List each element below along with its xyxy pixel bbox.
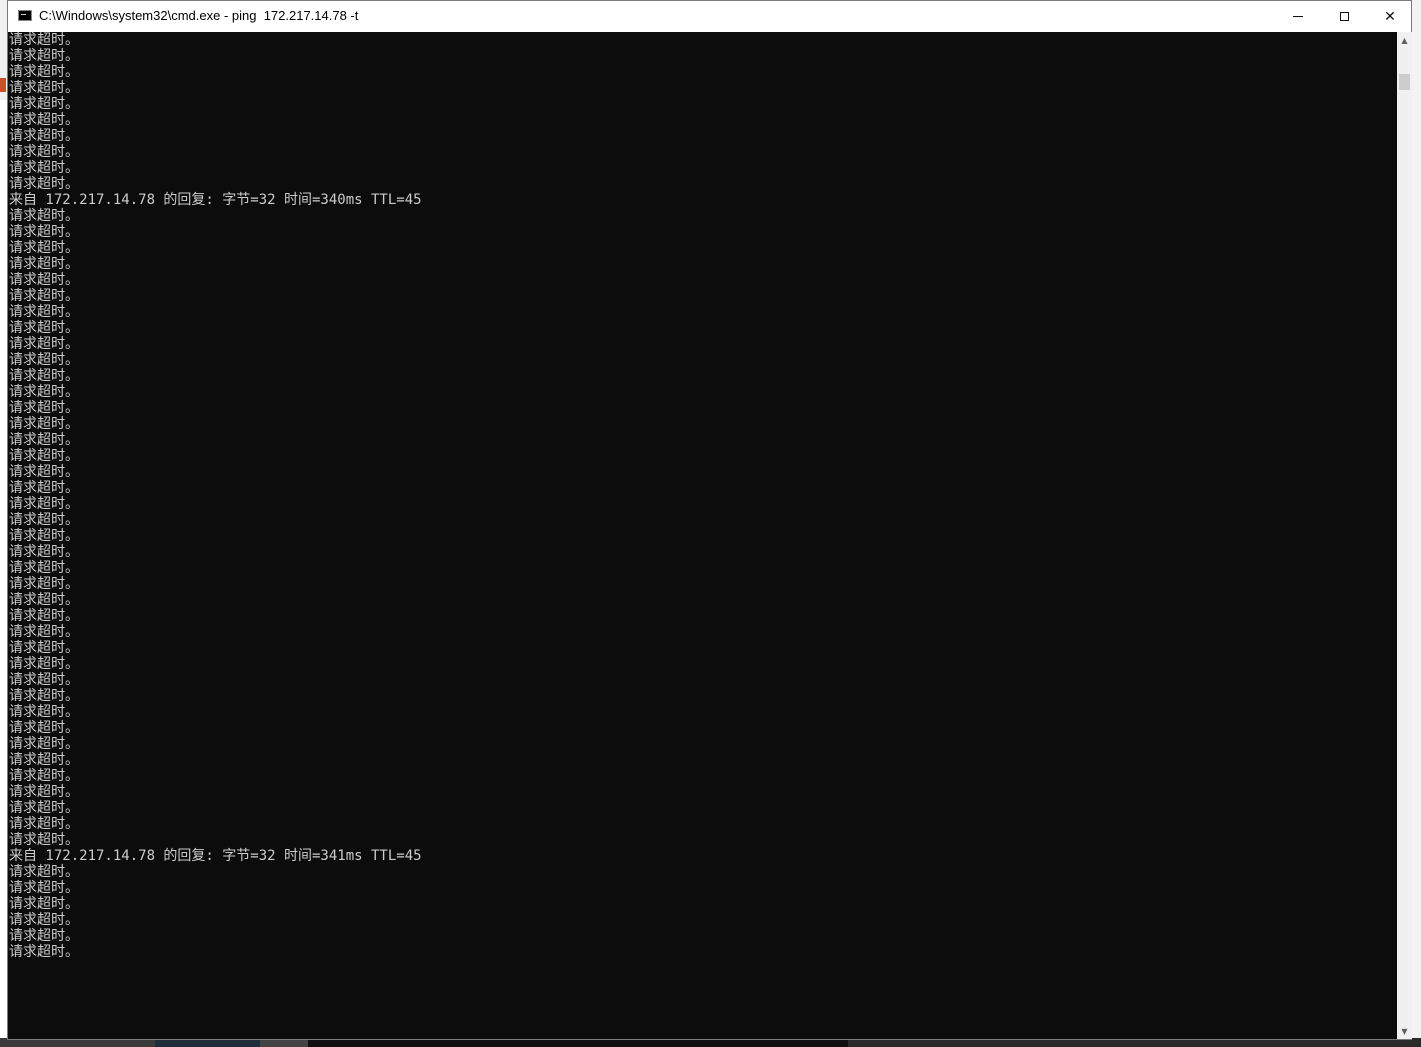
console-line: 请求超时。 bbox=[9, 928, 79, 944]
console-line: 请求超时。 bbox=[9, 32, 79, 48]
console-line: 请求超时。 bbox=[9, 512, 79, 528]
console-line: 请求超时。 bbox=[9, 112, 79, 128]
console-line: 请求超时。 bbox=[9, 64, 79, 80]
background-window-accent bbox=[0, 78, 6, 92]
console-line: 请求超时。 bbox=[9, 624, 79, 640]
console-line: 请求超时。 bbox=[9, 96, 79, 112]
console-line: 请求超时。 bbox=[9, 688, 79, 704]
console-line: 请求超时。 bbox=[9, 304, 79, 320]
console-line: 请求超时。 bbox=[9, 704, 79, 720]
console-line: 请求超时。 bbox=[9, 128, 79, 144]
console-line: 请求超时。 bbox=[9, 832, 79, 848]
close-icon: ✕ bbox=[1384, 8, 1396, 25]
console-line: 请求超时。 bbox=[9, 368, 79, 384]
console-line: 来自 172.217.14.78 的回复: 字节=32 时间=341ms TTL… bbox=[9, 848, 422, 864]
console-line: 请求超时。 bbox=[9, 784, 79, 800]
console-line: 请求超时。 bbox=[9, 880, 79, 896]
console-line: 请求超时。 bbox=[9, 560, 79, 576]
window-title: C:\Windows\system32\cmd.exe - ping 172.2… bbox=[39, 8, 359, 23]
console-line: 请求超时。 bbox=[9, 896, 79, 912]
console-line: 请求超时。 bbox=[9, 240, 79, 256]
close-button[interactable]: ✕ bbox=[1367, 1, 1413, 32]
console-line: 请求超时。 bbox=[9, 640, 79, 656]
console-line: 请求超时。 bbox=[9, 608, 79, 624]
console-line: 请求超时。 bbox=[9, 320, 79, 336]
maximize-button[interactable] bbox=[1321, 1, 1367, 32]
console-line: 请求超时。 bbox=[9, 656, 79, 672]
console-line: 请求超时。 bbox=[9, 912, 79, 928]
console-line: 请求超时。 bbox=[9, 352, 79, 368]
console-line: 请求超时。 bbox=[9, 400, 79, 416]
console-line: 请求超时。 bbox=[9, 816, 79, 832]
console-line: 请求超时。 bbox=[9, 272, 79, 288]
console-line: 请求超时。 bbox=[9, 736, 79, 752]
console-line: 请求超时。 bbox=[9, 208, 79, 224]
console-line: 请求超时。 bbox=[9, 864, 79, 880]
console-line: 请求超时。 bbox=[9, 800, 79, 816]
cmd-window[interactable]: C:\Windows\system32\cmd.exe - ping 172.2… bbox=[7, 0, 1412, 1040]
console-line: 请求超时。 bbox=[9, 176, 79, 192]
console-line: 请求超时。 bbox=[9, 432, 79, 448]
console-line: 请求超时。 bbox=[9, 144, 79, 160]
console-line: 请求超时。 bbox=[9, 448, 79, 464]
maximize-icon bbox=[1339, 12, 1349, 21]
cmd-icon[interactable] bbox=[18, 10, 32, 21]
scroll-thumb[interactable] bbox=[1399, 74, 1410, 90]
console-line: 请求超时。 bbox=[9, 528, 79, 544]
console-line: 请求超时。 bbox=[9, 48, 79, 64]
console-line: 请求超时。 bbox=[9, 256, 79, 272]
scroll-up-arrow-icon[interactable]: ▲ bbox=[1397, 32, 1412, 48]
console-line: 请求超时。 bbox=[9, 384, 79, 400]
console-line: 请求超时。 bbox=[9, 672, 79, 688]
console-line: 请求超时。 bbox=[9, 496, 79, 512]
console-line: 请求超时。 bbox=[9, 480, 79, 496]
console-line: 来自 172.217.14.78 的回复: 字节=32 时间=340ms TTL… bbox=[9, 192, 422, 208]
console-line: 请求超时。 bbox=[9, 768, 79, 784]
console-line: 请求超时。 bbox=[9, 592, 79, 608]
console-line: 请求超时。 bbox=[9, 160, 79, 176]
console-line: 请求超时。 bbox=[9, 544, 79, 560]
vertical-scrollbar[interactable]: ▲ ▼ bbox=[1397, 32, 1412, 1039]
console-line: 请求超时。 bbox=[9, 288, 79, 304]
minimize-icon bbox=[1293, 16, 1303, 17]
console-line: 请求超时。 bbox=[9, 944, 79, 960]
console-output[interactable]: 请求超时。 请求超时。 请求超时。 请求超时。 请求超时。 请求超时。 请求超时。 请求超时。… bbox=[8, 32, 1397, 1039]
console-line: 请求超时。 bbox=[9, 80, 79, 96]
console-line: 请求超时。 bbox=[9, 224, 79, 240]
minimize-button[interactable] bbox=[1275, 1, 1321, 32]
console-line: 请求超时。 bbox=[9, 720, 79, 736]
background-window-edge-right bbox=[1412, 0, 1421, 1047]
console-line: 请求超时。 bbox=[9, 576, 79, 592]
console-line: 请求超时。 bbox=[9, 416, 79, 432]
console-line: 请求超时。 bbox=[9, 464, 79, 480]
scroll-down-arrow-icon[interactable]: ▼ bbox=[1397, 1023, 1412, 1039]
title-bar[interactable]: C:\Windows\system32\cmd.exe - ping 172.2… bbox=[8, 1, 1411, 33]
console-line: 请求超时。 bbox=[9, 752, 79, 768]
console-line: 请求超时。 bbox=[9, 336, 79, 352]
